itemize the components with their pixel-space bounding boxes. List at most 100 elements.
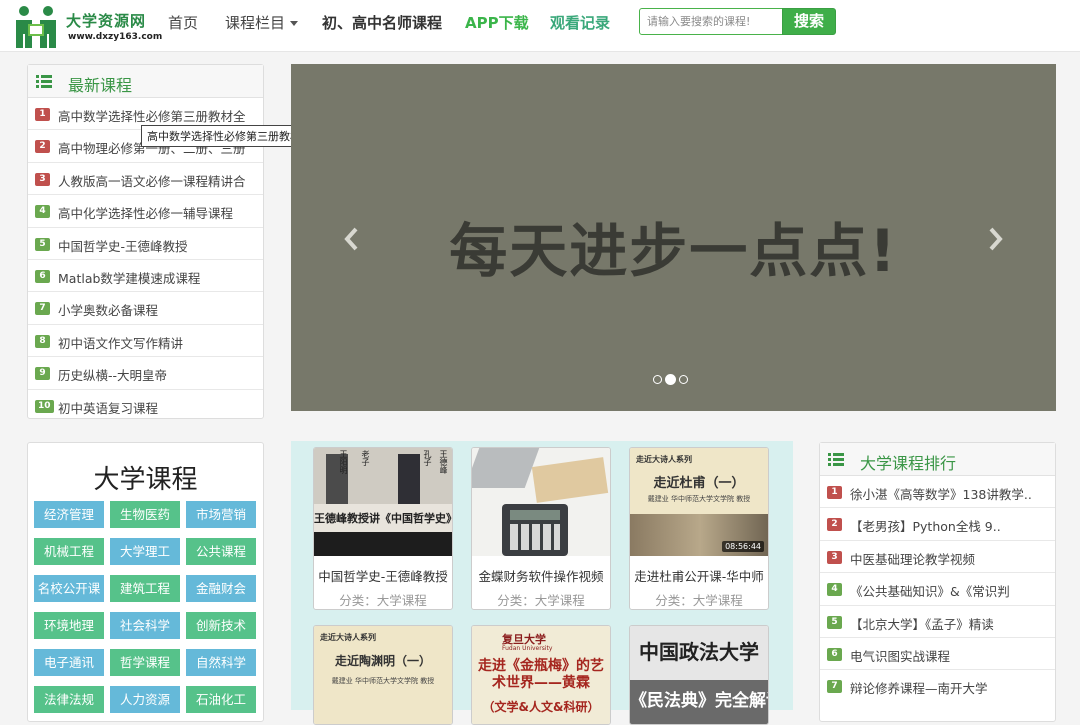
list-item-label[interactable]: 历史纵横--大明皇帝 [58, 365, 258, 384]
site-logo[interactable]: 大学资源网 www.dxzy163.com [14, 4, 164, 48]
list-item-label[interactable]: 中国哲学史-王德峰教授 [58, 236, 258, 255]
category-tag[interactable]: 社会科学 [110, 612, 180, 639]
carousel-dot[interactable] [653, 375, 662, 384]
category-tag[interactable]: 石油化工 [186, 686, 256, 713]
list-icon [36, 75, 52, 88]
category-tag[interactable]: 哲学课程 [110, 649, 180, 676]
list-item-label[interactable]: 辩论修养课程—南开大学 [850, 678, 1050, 697]
list-item[interactable]: 1 徐小湛《高等数学》138讲教学.. [820, 476, 1055, 509]
list-item-label[interactable]: 初中英语复习课程 [58, 398, 258, 417]
video-thumbnail: 走近大诗人系列 走近陶渊明（一） 戴建业 华中师范大学文学院 教授 [314, 626, 452, 724]
category-tag[interactable]: 市场营销 [186, 501, 256, 528]
list-item[interactable]: 5 【北京大学】《孟子》精读 [820, 606, 1055, 638]
nav-categories[interactable]: 课程栏目 [225, 12, 299, 33]
category-tag[interactable]: 经济管理 [34, 501, 104, 528]
list-icon [828, 453, 844, 466]
video-thumbnail: 中国政法大学 《民法典》完全解读 [630, 626, 768, 724]
list-item-label[interactable]: 中医基础理论教学视频 [850, 549, 1050, 568]
category-tag[interactable]: 环境地理 [34, 612, 104, 639]
nav-famous-teachers[interactable]: 初、高中名师课程 [322, 12, 442, 33]
category-tag[interactable]: 创新技术 [186, 612, 256, 639]
site-name: 大学资源网 [66, 12, 147, 30]
list-item-label[interactable]: Matlab数学建模速成课程 [58, 268, 258, 287]
chevron-down-icon [290, 21, 299, 26]
list-item-label[interactable]: 【老男孩】Python全栈 9.. [850, 516, 1050, 535]
list-item[interactable]: 3 人教版高一语文必修一课程精讲合 [28, 163, 263, 196]
category-tag[interactable]: 金融财会 [186, 575, 256, 602]
nav-home[interactable]: 首页 [168, 12, 198, 33]
search-input[interactable] [639, 8, 783, 35]
category-tag[interactable]: 生物医药 [110, 501, 180, 528]
list-item[interactable]: 7 辩论修养课程—南开大学 [820, 670, 1055, 702]
video-card[interactable]: 金蝶财务软件操作视频 分类：大学课程 [471, 447, 611, 610]
category-tag[interactable]: 建筑工程 [110, 575, 180, 602]
category-tag[interactable]: 法律法规 [34, 686, 104, 713]
list-item-label[interactable]: 高中数学选择性必修第三册教材全 [58, 106, 258, 125]
thumb-author: 戴建业 华中师范大学文学院 教授 [647, 495, 751, 503]
video-card[interactable]: 走近大诗人系列 走近陶渊明（一） 戴建业 华中师范大学文学院 教授 [313, 625, 453, 725]
video-title[interactable]: 中国哲学史-王德峰教授 [314, 566, 452, 585]
video-card[interactable]: 王阳明 老子 孔子 王德峰 王德峰教授讲《中国哲学史》 中国哲学史-王德峰教授 … [313, 447, 453, 610]
list-item[interactable]: 5 中国哲学史-王德峰教授 [28, 228, 263, 260]
list-item-label[interactable]: 小学奥数必备课程 [58, 300, 258, 319]
list-item-label[interactable]: 电气识图实战课程 [850, 646, 1050, 665]
nav-app-download[interactable]: APP下载 [465, 12, 529, 33]
list-item[interactable]: 10 初中英语复习课程 [28, 390, 263, 422]
search-button[interactable]: 搜索 [782, 8, 836, 35]
video-title[interactable]: 走进杜甫公开课-华中师 [630, 566, 768, 585]
list-item-label[interactable]: 徐小湛《高等数学》138讲教学.. [850, 484, 1050, 503]
list-item[interactable]: 9 历史纵横--大明皇帝 [28, 357, 263, 390]
rank-badge: 2 [35, 140, 50, 154]
category-tag[interactable]: 名校公开课 [34, 575, 104, 602]
thumb-sub: （文学&人文&科研） [482, 700, 600, 714]
list-item[interactable]: 7 小学奥数必备课程 [28, 292, 263, 325]
video-card[interactable]: 走近大诗人系列 走近杜甫（一） 戴建业 华中师范大学文学院 教授 08:56:4… [629, 447, 769, 610]
list-item-label[interactable]: 《公共基础知识》&《常识判 [850, 581, 1050, 600]
nav-categories-label: 课程栏目 [225, 14, 286, 32]
site-url: www.dxzy163.com [68, 32, 163, 42]
nav-watch-history[interactable]: 观看记录 [550, 12, 610, 33]
banner-slogan: 每天进步一点点! [449, 217, 898, 285]
list-item[interactable]: 4 高中化学选择性必修一辅导课程 [28, 195, 263, 228]
video-grid: 王阳明 老子 孔子 王德峰 王德峰教授讲《中国哲学史》 中国哲学史-王德峰教授 … [291, 441, 793, 725]
ranking-header: 大学课程排行 [820, 443, 1055, 476]
ranking-title: 大学课程排行 [860, 454, 957, 473]
category-tag[interactable]: 大学理工 [110, 538, 180, 565]
list-item[interactable]: 3 中医基础理论教学视频 [820, 541, 1055, 574]
list-item[interactable]: 2 【老男孩】Python全栈 9.. [820, 508, 1055, 541]
category-tag[interactable]: 机械工程 [34, 538, 104, 565]
chevron-left-icon[interactable] [341, 224, 363, 254]
list-item[interactable]: 6 Matlab数学建模速成课程 [28, 260, 263, 293]
video-thumbnail: 王阳明 老子 孔子 王德峰 王德峰教授讲《中国哲学史》 [314, 448, 452, 556]
list-item-label[interactable]: 初中语文作文写作精讲 [58, 333, 258, 352]
list-item[interactable]: 8 初中语文作文写作精讲 [28, 325, 263, 358]
latest-courses-panel: 最新课程 1 高中数学选择性必修第三册教材全 2 高中物理必修第一册、二册、三册 3 人教… [27, 64, 264, 419]
category-tag[interactable]: 人力资源 [110, 686, 180, 713]
video-duration: 08:56:44 [722, 541, 764, 552]
thumb-name: 老子 [361, 450, 370, 466]
list-item-label[interactable]: 【北京大学】《孟子》精读 [850, 614, 1050, 633]
list-item-label[interactable]: 人教版高一语文必修一课程精讲合 [58, 171, 258, 190]
list-item[interactable]: 6 电气识图实战课程 [820, 638, 1055, 671]
banner-carousel[interactable]: 每天进步一点点! [291, 64, 1056, 411]
rank-badge: 4 [827, 583, 842, 597]
rank-badge: 1 [35, 108, 50, 121]
carousel-dot[interactable] [679, 375, 688, 384]
category-tag[interactable]: 自然科学 [186, 649, 256, 676]
carousel-dot-active[interactable] [665, 374, 676, 385]
video-card[interactable]: 复旦大学 Fudan University 走进《金瓶梅》的艺术世界——黄霖 （… [471, 625, 611, 725]
thumb-caption: 王德峰教授讲《中国哲学史》 [314, 512, 452, 525]
video-title[interactable]: 金蝶财务软件操作视频 [472, 566, 610, 585]
thumb-heading: 走近杜甫（一） [653, 476, 745, 491]
site-header: 大学资源网 www.dxzy163.com 首页 课程栏目 初、高中名师课程 A… [0, 0, 1080, 52]
thumb-name: 孔子 [423, 450, 432, 466]
chevron-right-icon[interactable] [984, 224, 1006, 254]
video-card[interactable]: 中国政法大学 《民法典》完全解读 [629, 625, 769, 725]
university-courses-title: 大学课程 [93, 465, 198, 495]
list-item[interactable]: 4 《公共基础知识》&《常识判 [820, 573, 1055, 606]
category-tag[interactable]: 公共课程 [186, 538, 256, 565]
rank-badge: 7 [35, 302, 50, 316]
list-item-label[interactable]: 高中化学选择性必修一辅导课程 [58, 203, 258, 222]
thumb-school-en: Fudan University [502, 645, 553, 652]
category-tag[interactable]: 电子通讯 [34, 649, 104, 676]
